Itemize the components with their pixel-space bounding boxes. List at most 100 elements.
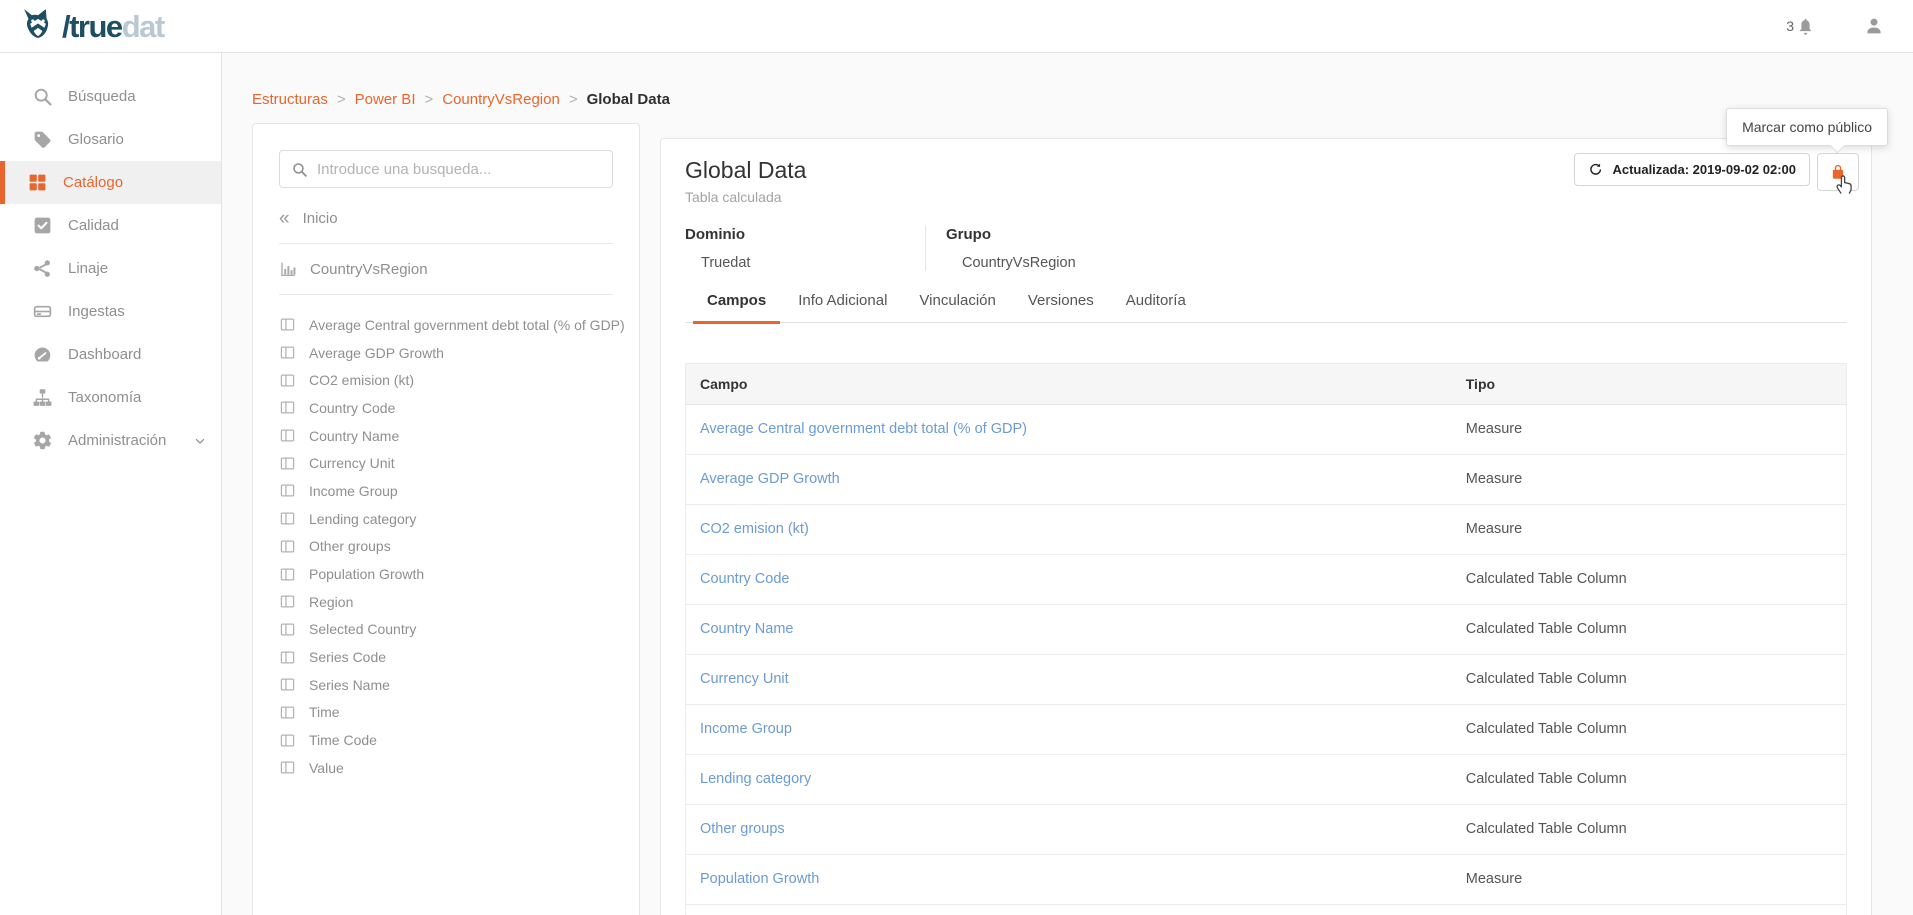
field-item-region[interactable]: Region [279,588,613,616]
field-item-average-central-government-debt-total-of-gdp-[interactable]: Average Central government debt total (%… [279,311,613,339]
field-item-income-group[interactable]: Income Group [279,477,613,505]
field-link[interactable]: Other groups [700,821,785,837]
campo-cell: Other groups [686,805,1452,855]
field-link[interactable]: Average Central government debt total (%… [700,421,1027,437]
search-icon [32,86,53,107]
table-row: Lending categoryCalculated Table Column [686,755,1847,805]
field-link[interactable]: Lending category [700,771,811,787]
updated-button[interactable]: Actualizada: 2019-09-02 02:00 [1574,153,1810,186]
campo-cell: Population Growth [686,855,1452,905]
field-item-label: Country Name [309,428,399,444]
field-item-selected-country[interactable]: Selected Country [279,616,613,644]
meta-value: Truedat [685,255,905,271]
structure-detail-card: Global Data Tabla calculada Actualizada:… [660,138,1872,915]
breadcrumb-link-power-bi[interactable]: Power BI [355,91,416,108]
table-row: Country NameCalculated Table Column [686,605,1847,655]
sidebar-item-dashboard[interactable]: Dashboard [0,333,221,376]
chevrons-left-icon: « [279,212,290,226]
field-link[interactable]: Currency Unit [700,671,789,687]
field-link[interactable]: Population Growth [700,871,819,887]
sidebar-item-glosario[interactable]: Glosario [0,118,221,161]
structure-panel: « Inicio CountryVsRegion Average Central… [252,123,640,915]
field-item-label: Value [309,760,344,776]
field-item-lending-category[interactable]: Lending category [279,505,613,533]
sidebar-item-taxonomia[interactable]: Taxonomía [0,376,221,419]
tooltip: Marcar como público [1726,108,1888,146]
breadcrumb-link-countryvsregion[interactable]: CountryVsRegion [442,91,560,108]
table-row: CO2 emision (kt)Measure [686,505,1847,555]
field-item-country-code[interactable]: Country Code [279,394,613,422]
tab-versiones[interactable]: Versiones [1014,292,1108,324]
parent-structure-item[interactable]: CountryVsRegion [279,260,613,278]
notifications-button[interactable]: 3 [1786,17,1815,36]
field-item-series-name[interactable]: Series Name [279,671,613,699]
field-link[interactable]: Average GDP Growth [700,471,840,487]
tab-campos[interactable]: Campos [693,292,780,324]
sidebar-item-catalogo[interactable]: Catálogo [0,161,221,204]
confidential-toggle-button[interactable] [1817,153,1859,191]
updated-label: Actualizada: 2019-09-02 02:00 [1612,162,1796,177]
sidebar-item-label: Calidad [68,217,119,234]
table-columns-icon [279,316,296,333]
owl-logo-icon [18,8,58,45]
field-link[interactable]: CO2 emision (kt) [700,521,809,537]
lock-icon [1829,163,1847,181]
field-item-label: Time Code [309,732,377,748]
user-menu-button[interactable] [1863,15,1885,37]
tab-label: Versiones [1028,292,1094,309]
sidebar-item-administracion[interactable]: Administración [0,419,221,462]
field-link[interactable]: Country Code [700,571,789,587]
field-item-series-code[interactable]: Series Code [279,643,613,671]
sidebar-item-busqueda[interactable]: Búsqueda [0,75,221,118]
sidebar-item-ingestas[interactable]: Ingestas [0,290,221,333]
field-item-time-code[interactable]: Time Code [279,726,613,754]
breadcrumb-separator: > [337,91,346,108]
table-columns-icon [279,372,296,389]
table-columns-icon [279,759,296,776]
tipo-cell: Measure [1452,855,1847,905]
table-row: Income GroupCalculated Table Column [686,705,1847,755]
field-item-label: Series Code [309,649,386,665]
structure-type-label: Tabla calculada [685,189,1847,205]
field-item-label: Region [309,594,353,610]
fields-table: Campo Tipo Average Central government de… [685,363,1847,915]
tab-label: Vinculación [919,292,995,309]
field-item-other-groups[interactable]: Other groups [279,533,613,561]
table-columns-icon [279,732,296,749]
field-item-country-name[interactable]: Country Name [279,422,613,450]
logo-text-secondary: dat [122,9,164,44]
tab-vinculacion[interactable]: Vinculación [905,292,1009,324]
sidebar-item-calidad[interactable]: Calidad [0,204,221,247]
tab-auditoria[interactable]: Auditoría [1112,292,1200,324]
tab-info-adicional[interactable]: Info Adicional [784,292,901,324]
sidebar-item-linaje[interactable]: Linaje [0,247,221,290]
field-item-time[interactable]: Time [279,699,613,727]
campo-cell: Average Central government debt total (%… [686,405,1452,455]
campo-cell: Country Name [686,605,1452,655]
field-item-label: Time [309,704,340,720]
table-columns-icon [279,482,296,499]
search-input[interactable] [317,161,601,178]
tab-label: Campos [707,292,766,309]
campo-cell: Region [686,905,1452,915]
table-header-row: Campo Tipo [686,364,1847,405]
field-item-average-gdp-growth[interactable]: Average GDP Growth [279,339,613,367]
table-columns-icon [279,538,296,555]
back-to-home[interactable]: « Inicio [279,210,613,227]
tab-label: Info Adicional [798,292,887,309]
breadcrumb-link-estructuras[interactable]: Estructuras [252,91,328,108]
meta-value: CountryVsRegion [946,255,1076,271]
truedat-logo[interactable]: /truedat [18,8,164,45]
sidebar: BúsquedaGlosarioCatálogo Calidad Linaje Ing… [0,53,222,915]
meta-dominio: DominioTruedat [685,226,925,271]
field-item-currency-unit[interactable]: Currency Unit [279,449,613,477]
field-item-co2-emision-kt-[interactable]: CO2 emision (kt) [279,366,613,394]
field-item-population-growth[interactable]: Population Growth [279,560,613,588]
table-row: Population Growth Measure [686,855,1847,905]
sidebar-item-label: Ingestas [68,303,125,320]
field-link[interactable]: Income Group [700,721,792,737]
field-item-value[interactable]: Value [279,754,613,782]
sidebar-item-label: Administración [68,432,166,449]
field-link[interactable]: Country Name [700,621,793,637]
campo-cell: Income Group [686,705,1452,755]
